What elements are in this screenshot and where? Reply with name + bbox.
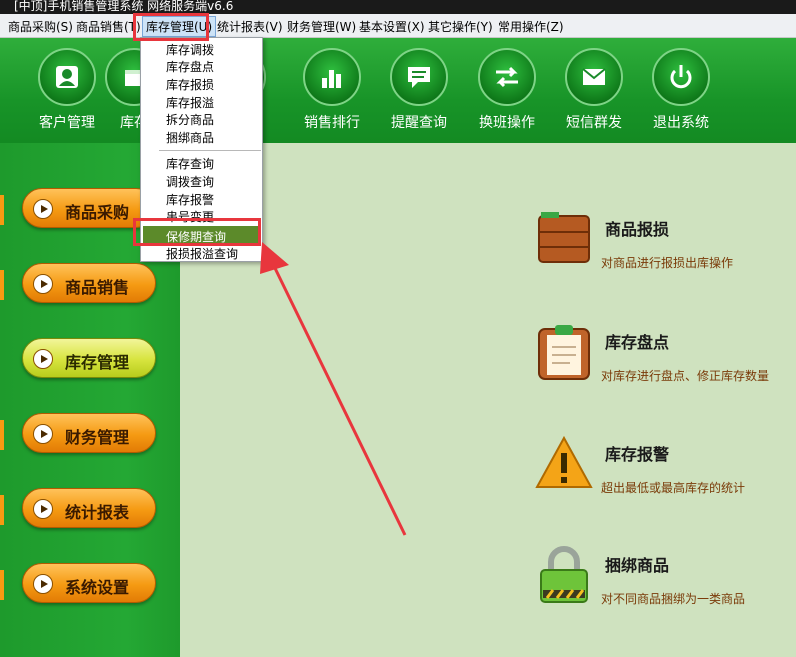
- feature-title: 捆绑商品: [605, 556, 670, 575]
- menu-item-overflow[interactable]: 库存报溢: [166, 94, 214, 111]
- feature-title: 商品报损: [605, 220, 670, 239]
- menu-item-damage[interactable]: 库存报损: [166, 76, 214, 93]
- toolbar-label: 提醒查询: [391, 115, 447, 131]
- annotation-box-item: [133, 218, 261, 246]
- toolbar-shift-button[interactable]: 换班操作: [467, 46, 547, 141]
- swap-icon: [478, 48, 536, 106]
- menu-other[interactable]: 其它操作(Y): [428, 18, 493, 35]
- toolbar-exit-button[interactable]: 退出系统: [641, 46, 721, 141]
- menu-item-split[interactable]: 拆分商品: [166, 111, 214, 128]
- menu-item-stock-alert[interactable]: 库存报警: [166, 191, 214, 208]
- sidebar-item-inventory[interactable]: 库存管理: [22, 338, 156, 378]
- envelope-icon: [565, 48, 623, 106]
- annotation-box-menu: [133, 13, 209, 41]
- customer-icon: [38, 48, 96, 106]
- main-toolbar: 客户管理 库存 表 销售排行 提醒查询 换班操作 短信群发: [0, 38, 796, 143]
- sidebar-item-label: 财务管理: [65, 428, 130, 447]
- menu-reports[interactable]: 统计报表(V): [217, 18, 283, 35]
- edge-marker: [0, 420, 4, 450]
- feature-damage-report[interactable]: 商品报损 对商品进行报损出库操作: [535, 210, 775, 290]
- play-icon: [33, 574, 53, 594]
- play-icon: [33, 274, 53, 294]
- sidebar-item-sales[interactable]: 商品销售: [22, 263, 156, 303]
- menu-item-bundle[interactable]: 捆绑商品: [166, 129, 214, 146]
- feature-stocktake[interactable]: 库存盘点 对库存进行盘点、修正库存数量: [535, 323, 775, 403]
- bar-chart-icon: [303, 48, 361, 106]
- toolbar-label: 换班操作: [479, 115, 535, 131]
- edge-marker: [0, 495, 4, 525]
- edge-marker: [0, 270, 4, 300]
- toolbar-sms-button[interactable]: 短信群发: [554, 46, 634, 141]
- feature-bundle[interactable]: 捆绑商品 对不同商品捆绑为一类商品: [535, 546, 775, 626]
- play-icon: [33, 349, 53, 369]
- menu-item-transfer-query[interactable]: 调拨查询: [166, 173, 214, 190]
- sidebar-item-label: 商品销售: [65, 278, 130, 297]
- sidebar-item-reports[interactable]: 统计报表: [22, 488, 156, 528]
- feature-description: 对商品进行报损出库操作: [601, 256, 734, 270]
- sidebar-item-label: 统计报表: [65, 503, 130, 522]
- edge-marker: [0, 570, 4, 600]
- menu-common[interactable]: 常用操作(Z): [498, 18, 564, 35]
- sidebar-item-finance[interactable]: 财务管理: [22, 413, 156, 453]
- feature-stock-alert[interactable]: 库存报警 超出最低或最高库存的统计: [535, 435, 775, 515]
- feature-description: 超出最低或最高库存的统计: [601, 481, 746, 495]
- menu-separator: [159, 150, 261, 151]
- feature-description: 对库存进行盘点、修正库存数量: [601, 369, 770, 383]
- menu-purchase[interactable]: 商品采购(S): [8, 18, 73, 35]
- toolbar-label: 退出系统: [653, 115, 709, 131]
- message-icon: [390, 48, 448, 106]
- feature-title: 库存盘点: [605, 333, 670, 352]
- feature-title: 库存报警: [605, 445, 670, 464]
- lock-icon: [535, 546, 593, 604]
- menu-sales[interactable]: 商品销售(T): [76, 18, 141, 35]
- crate-icon: [535, 210, 593, 268]
- menu-item-transfer[interactable]: 库存调拨: [166, 41, 214, 58]
- window-title: [中顶]手机销售管理系统 网络服务端v6.6: [0, 0, 796, 14]
- warning-icon: [535, 435, 593, 493]
- play-icon: [33, 199, 53, 219]
- toolbar-reminder-button[interactable]: 提醒查询: [379, 46, 459, 141]
- edge-marker: [0, 195, 4, 225]
- menu-bar: 商品采购(S) 商品销售(T) 库存管理(U) 统计报表(V) 财务管理(W) …: [0, 14, 796, 38]
- play-icon: [33, 424, 53, 444]
- sidebar-item-label: 商品采购: [65, 203, 130, 222]
- menu-finance[interactable]: 财务管理(W): [287, 18, 356, 35]
- power-icon: [652, 48, 710, 106]
- menu-item-damage-overflow-query[interactable]: 报损报溢查询: [166, 245, 238, 262]
- toolbar-sales-rank-button[interactable]: 销售排行: [292, 46, 372, 141]
- toolbar-label: 销售排行: [304, 115, 360, 131]
- play-icon: [33, 499, 53, 519]
- sidebar-item-label: 系统设置: [65, 578, 130, 597]
- menu-item-stock-query[interactable]: 库存查询: [166, 155, 214, 172]
- toolbar-label: 短信群发: [566, 115, 622, 131]
- sidebar-item-label: 库存管理: [65, 353, 130, 372]
- menu-item-stocktake[interactable]: 库存盘点: [166, 58, 214, 75]
- clipboard-icon: [535, 323, 593, 381]
- menu-settings[interactable]: 基本设置(X): [359, 18, 425, 35]
- sidebar-item-settings[interactable]: 系统设置: [22, 563, 156, 603]
- feature-description: 对不同商品捆绑为一类商品: [601, 592, 746, 606]
